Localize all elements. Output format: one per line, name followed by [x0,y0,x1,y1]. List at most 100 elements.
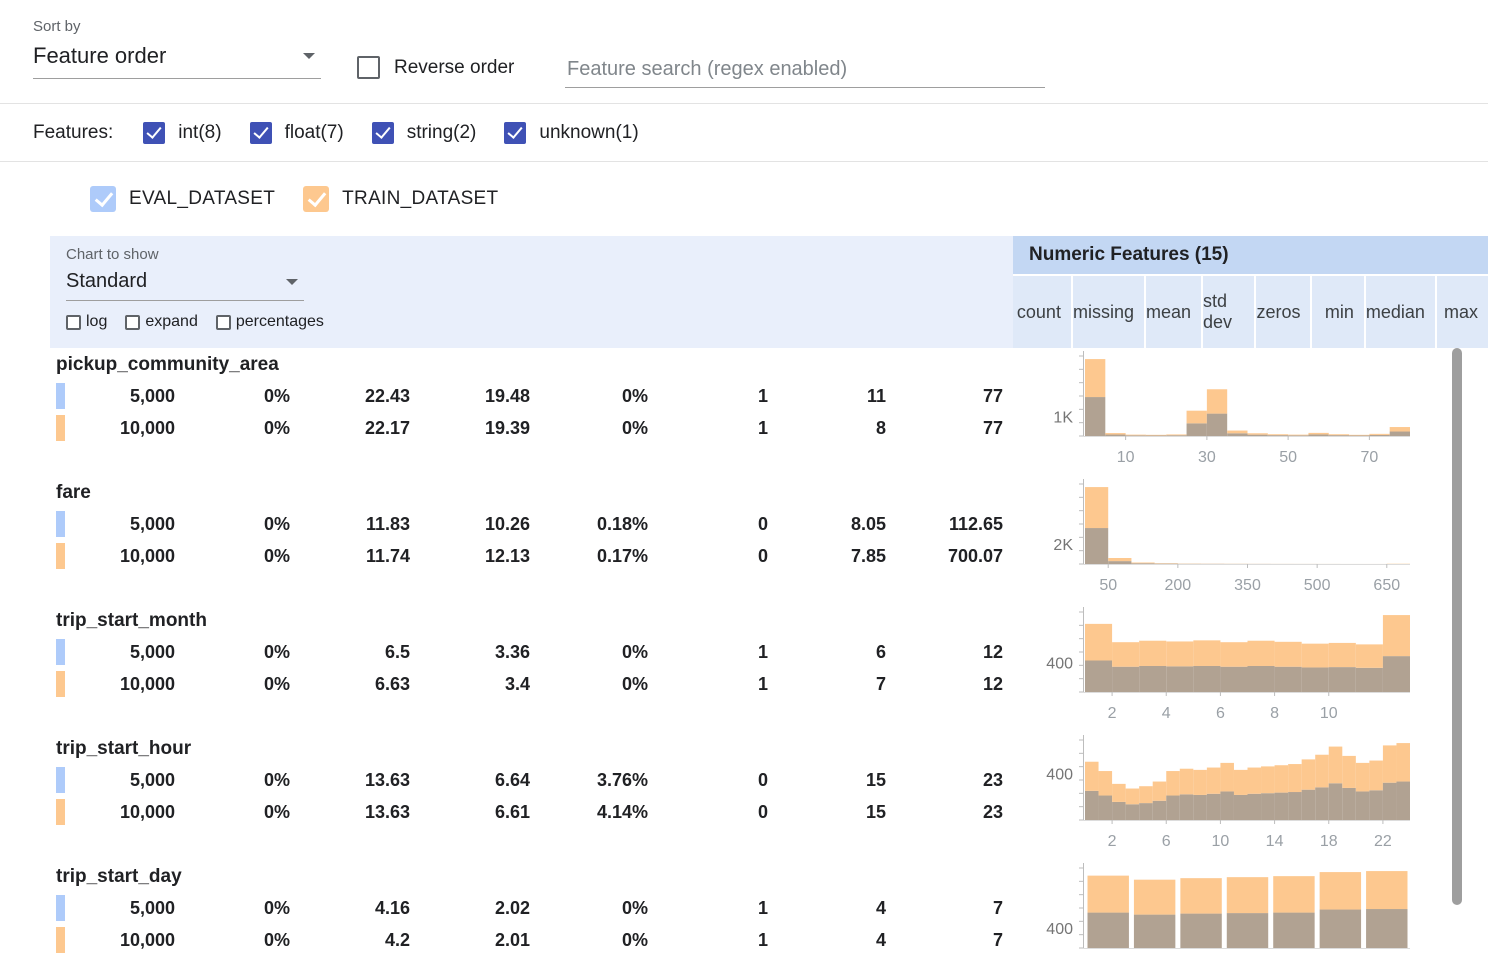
col-median: median [1366,276,1437,348]
cell-count: 10,000 [48,540,185,572]
expand-toggle[interactable]: expand [125,313,198,331]
cell-min: 0 [658,764,778,796]
feature-rows: pickup_community_area5,0000%22.4319.480%… [48,348,1488,968]
cell-count: 5,000 [48,508,185,540]
feature-block-fare: fare5,0000%11.8310.260.18%08.05112.6510,… [48,476,1488,604]
cell-mean: 13.63 [300,764,420,796]
cell-min: 0 [658,796,778,828]
cell-count: 10,000 [48,668,185,700]
cell-min: 0 [658,508,778,540]
svg-text:6: 6 [1162,833,1171,850]
reverse-order-checkbox[interactable] [357,56,380,79]
col-missing: missing [1073,276,1146,348]
cell-median: 15 [778,796,896,828]
cell-missing: 0% [185,796,300,828]
svg-text:30: 30 [1198,449,1216,466]
percentages-checkbox[interactable] [216,315,231,330]
int-label: int(8) [178,122,221,144]
eval-color-swatch [56,383,65,409]
filter-string[interactable]: string(2) [372,122,477,144]
cell-count: 10,000 [48,924,185,956]
unknown-checkbox[interactable] [504,122,526,144]
vertical-scrollbar[interactable] [1452,348,1462,905]
svg-text:650: 650 [1373,577,1400,594]
eval-dataset-label: EVAL_DATASET [129,188,275,210]
feature-name: trip_start_hour [48,734,1013,764]
stats-row-train: 10,0000%13.636.614.14%01523 [48,796,1013,828]
eval-color-swatch [56,639,65,665]
unknown-label: unknown(1) [539,122,638,144]
svg-text:6: 6 [1216,705,1225,722]
feature-name: pickup_community_area [48,350,1013,380]
expand-checkbox[interactable] [125,315,140,330]
filter-int[interactable]: int(8) [143,122,221,144]
filter-unknown[interactable]: unknown(1) [504,122,638,144]
svg-text:18: 18 [1320,833,1338,850]
int-checkbox[interactable] [143,122,165,144]
cell-median: 7 [778,668,896,700]
sort-by-group: Sort by Feature order [33,18,321,79]
log-checkbox[interactable] [66,315,81,330]
train-color-swatch [56,415,65,441]
train-dataset-toggle[interactable]: TRAIN_DATASET [303,186,498,212]
eval-dataset-checkbox[interactable] [90,186,116,212]
feature-block-pickup_community_area: pickup_community_area5,0000%22.4319.480%… [48,348,1488,476]
float-checkbox[interactable] [250,122,272,144]
table-title: Numeric Features (15) [1013,236,1488,276]
stats-row-eval: 5,0000%4.162.020%147 [48,892,1013,924]
cell-min: 1 [658,380,778,412]
cell-max: 12 [896,636,1013,668]
sort-by-dropdown[interactable]: Feature order [33,43,321,79]
cell-zeros: 0.17% [540,540,658,572]
cell-std_dev: 6.64 [420,764,540,796]
cell-mean: 13.63 [300,796,420,828]
cell-max: 7 [896,924,1013,956]
svg-text:400: 400 [1046,656,1073,673]
train-dataset-label: TRAIN_DATASET [342,188,498,210]
train-dataset-checkbox[interactable] [303,186,329,212]
feature-block-trip_start_month: trip_start_month5,0000%6.53.360%161210,0… [48,604,1488,732]
cell-min: 1 [658,636,778,668]
svg-text:400: 400 [1046,766,1073,783]
cell-zeros: 0% [540,380,658,412]
cell-std_dev: 19.39 [420,412,540,444]
reverse-order-toggle[interactable]: Reverse order [357,56,514,79]
svg-text:14: 14 [1266,833,1284,850]
svg-text:500: 500 [1304,577,1331,594]
cell-missing: 0% [185,764,300,796]
chart-type-dropdown[interactable]: Standard [66,270,304,301]
svg-text:1K: 1K [1053,410,1073,427]
cell-missing: 0% [185,636,300,668]
cell-median: 8 [778,412,896,444]
cell-count: 10,000 [48,796,185,828]
stats-row-train: 10,0000%11.7412.130.17%07.85700.07 [48,540,1013,572]
cell-zeros: 0% [540,892,658,924]
cell-count: 5,000 [48,380,185,412]
col-min: min [1312,276,1365,348]
eval-dataset-toggle[interactable]: EVAL_DATASET [90,186,275,212]
col-zeros: zeros [1256,276,1312,348]
cell-max: 7 [896,892,1013,924]
train-color-swatch [56,671,65,697]
cell-missing: 0% [185,380,300,412]
svg-text:2K: 2K [1053,537,1073,554]
string-checkbox[interactable] [372,122,394,144]
numeric-features-table: Numeric Features (15) count missing mean… [48,236,1488,968]
train-color-swatch [56,799,65,825]
cell-min: 0 [658,540,778,572]
cell-zeros: 0% [540,412,658,444]
cell-count: 5,000 [48,764,185,796]
percentages-toggle[interactable]: percentages [216,313,324,331]
svg-text:4: 4 [1162,705,1171,722]
chevron-down-icon [286,279,298,285]
log-toggle[interactable]: log [66,313,107,331]
eval-color-swatch [56,895,65,921]
chart-options-panel: Chart to show Standard log expand percen… [48,236,1013,348]
feature-search-input[interactable] [565,52,1045,88]
cell-missing: 0% [185,412,300,444]
filter-float[interactable]: float(7) [250,122,344,144]
cell-max: 77 [896,412,1013,444]
cell-missing: 0% [185,540,300,572]
cell-zeros: 3.76% [540,764,658,796]
svg-text:2: 2 [1108,833,1117,850]
